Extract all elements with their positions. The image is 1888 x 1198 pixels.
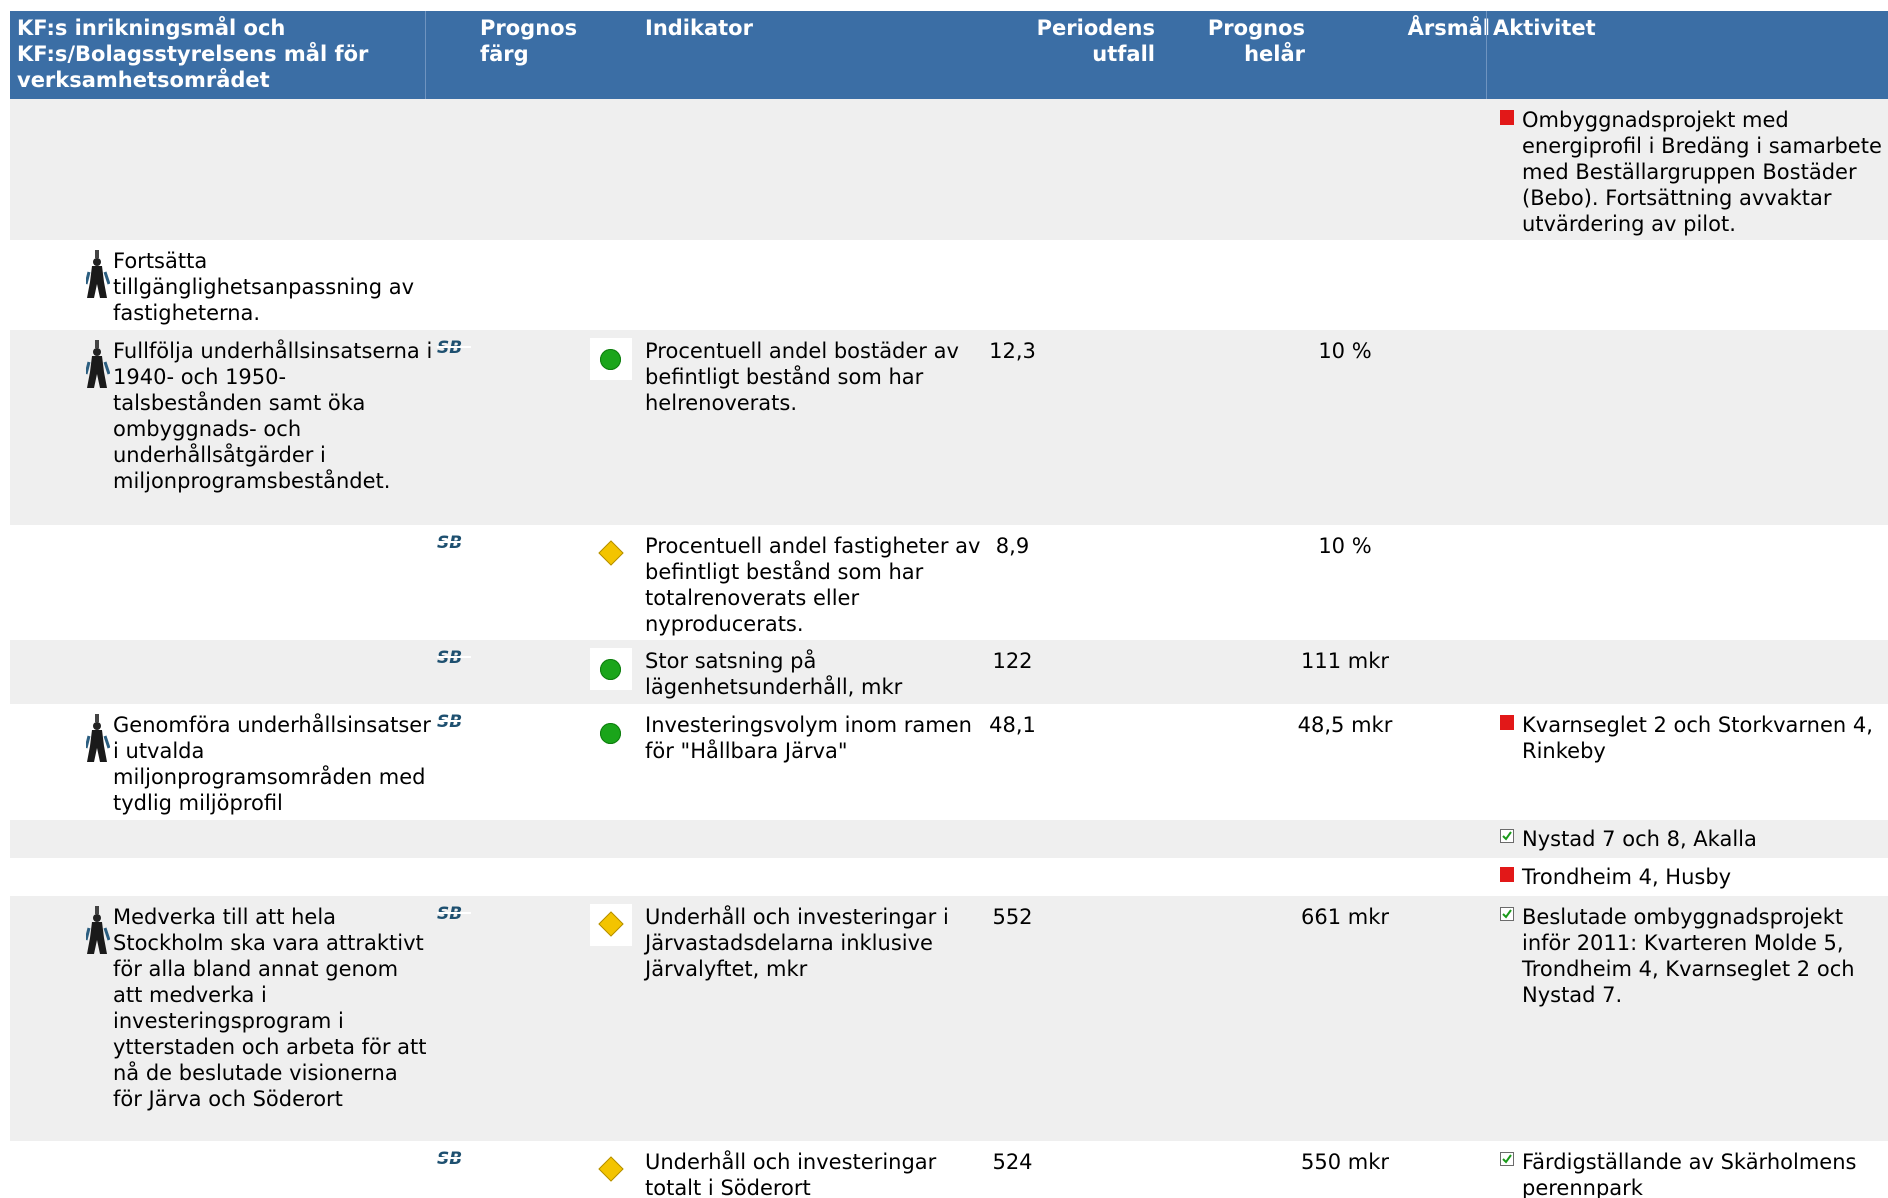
table-header: KF:s inrikningsmål och KF:s/Bolagsstyrel… (10, 11, 1888, 99)
checkbox-checked-icon (1500, 907, 1514, 921)
status-yellow-icon (598, 911, 624, 937)
person-icon (86, 906, 110, 954)
person-icon (86, 250, 110, 298)
activity-cell: Nystad 7 och 8, Akalla (1500, 826, 1888, 852)
header-divider (425, 11, 426, 99)
activity-cell: Trondheim 4, Husby (1500, 864, 1888, 890)
arsmal-value: 550 mkr (1300, 1150, 1389, 1174)
goal-text: Fullfölja underhållsinsatserna i 1940- o… (113, 339, 433, 493)
sb-logo-icon: SB (437, 533, 471, 553)
status-green-icon (600, 723, 621, 744)
table-row: Fullfölja underhållsinsatserna i 1940- o… (10, 330, 1888, 525)
sb-logo-icon: SB (437, 712, 471, 732)
checkbox-checked-icon (1500, 829, 1514, 843)
table-row: SB Stor satsning på lägenhetsunderhåll, … (10, 640, 1888, 704)
header-goal: KF:s inrikningsmål och KF:s/Bolagsstyrel… (17, 16, 369, 92)
activity-cell: Färdigställande av Skärholmens perennpar… (1500, 1149, 1888, 1198)
arsmal-value: 661 mkr (1300, 905, 1389, 929)
status-red-square-icon (1500, 110, 1514, 125)
sb-logo-icon: SB (437, 1149, 471, 1169)
arsmal-value: 48,5 mkr (1297, 713, 1393, 737)
sb-logo-icon: SB (437, 904, 471, 924)
table-row: Nystad 7 och 8, Akalla (10, 820, 1888, 858)
header-prognos-farg: Prognos färg (480, 16, 578, 66)
status-yellow-icon (598, 1156, 624, 1182)
header-aktivitet: Aktivitet (1493, 16, 1596, 40)
status-badge (590, 904, 632, 946)
activity-cell: Kvarnseglet 2 och Storkvarnen 4, Rinkeby (1500, 712, 1888, 764)
person-icon (86, 340, 110, 388)
goal-text: Fortsätta tillgänglighetsanpassning av f… (113, 249, 414, 325)
utfall-value: 122 (992, 649, 1033, 673)
utfall-value: 8,9 (995, 534, 1030, 558)
utfall-value: 12,3 (989, 339, 1036, 363)
person-icon (86, 714, 110, 762)
status-badge (590, 712, 632, 754)
arsmal-value: 10 % (1318, 534, 1372, 558)
status-badge (590, 648, 632, 690)
status-badge (590, 1149, 632, 1191)
status-green-icon (600, 659, 621, 680)
status-red-square-icon (1500, 715, 1514, 730)
utfall-value: 524 (992, 1150, 1033, 1174)
utfall-value: 48,1 (989, 713, 1036, 737)
status-yellow-icon (598, 540, 624, 566)
table-row: Fortsätta tillgänglighetsanpassning av f… (10, 240, 1888, 330)
header-divider (1486, 11, 1487, 99)
table-row: Ombyggnadsprojekt med energiprofil i Bre… (10, 99, 1888, 240)
activity-cell: Beslutade ombyggnadsprojekt inför 2011: … (1500, 904, 1888, 1008)
table-row: SB Procentuell andel fastigheter av befi… (10, 525, 1888, 640)
header-indikator: Indikator (645, 16, 753, 40)
table-row: SB Underhåll och investeringar totalt i … (10, 1141, 1888, 1198)
goal-text: Genomföra underhållsinsatser i utvalda m… (113, 713, 431, 815)
arsmal-value: 10 % (1318, 339, 1372, 363)
checkbox-checked-icon (1500, 1152, 1514, 1166)
status-red-square-icon (1500, 867, 1514, 882)
table-row: Medverka till att hela Stockholm ska var… (10, 896, 1888, 1141)
header-arsmal: Årsmål (1407, 16, 1490, 40)
utfall-value: 552 (992, 905, 1033, 929)
header-prognos-helar: Prognos helår (1207, 16, 1305, 66)
table-row: Genomföra underhållsinsatser i utvalda m… (10, 704, 1888, 820)
sb-logo-icon: SB (437, 648, 471, 668)
arsmal-value: 111 mkr (1300, 649, 1389, 673)
table-row: Trondheim 4, Husby (10, 858, 1888, 896)
status-badge (590, 533, 632, 575)
goal-text: Medverka till att hela Stockholm ska var… (113, 905, 427, 1111)
activity-cell: Ombyggnadsprojekt med energiprofil i Bre… (1500, 107, 1888, 237)
sb-logo-icon: SB (437, 338, 471, 358)
header-periodens-utfall: Periodens utfall (1036, 16, 1155, 66)
goals-table: KF:s inrikningsmål och KF:s/Bolagsstyrel… (0, 0, 1888, 1198)
status-badge (590, 338, 632, 380)
status-green-icon (600, 349, 621, 370)
